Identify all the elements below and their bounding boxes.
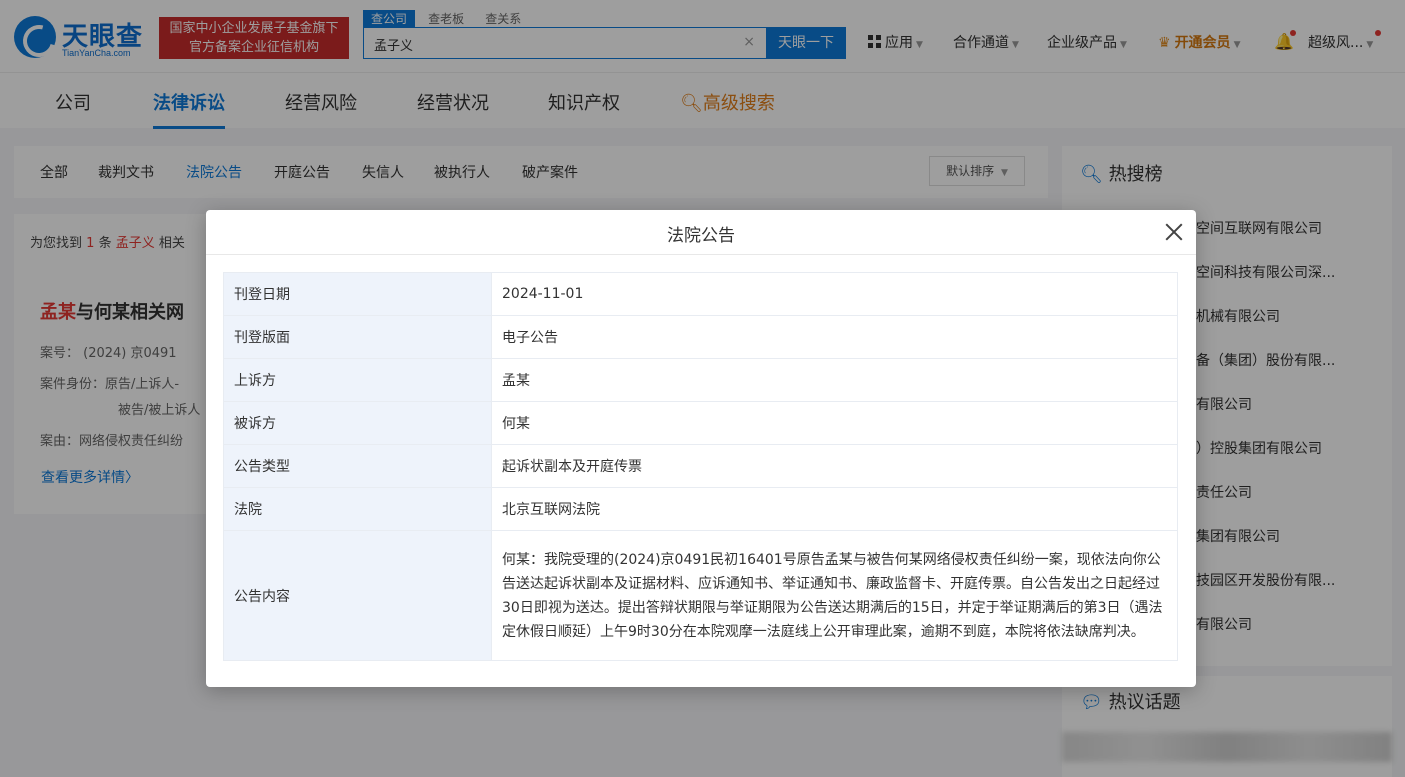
row-key: 法院 bbox=[223, 487, 492, 531]
row-key: 刊登日期 bbox=[223, 272, 492, 316]
row-value: 2024-11-01 bbox=[491, 272, 1178, 316]
modal-divider bbox=[206, 254, 1196, 255]
row-value: 孟某 bbox=[491, 358, 1178, 402]
row-value: 何某 bbox=[491, 401, 1178, 445]
row-value: 何某：我院受理的(2024)京0491民初16401号原告孟某与被告何某网络侵权… bbox=[491, 530, 1178, 661]
table-row: 公告内容 何某：我院受理的(2024)京0491民初16401号原告孟某与被告何… bbox=[223, 530, 1178, 661]
close-icon[interactable] bbox=[1161, 219, 1187, 245]
row-key: 刊登版面 bbox=[223, 315, 492, 359]
modal-title: 法院公告 bbox=[667, 226, 735, 246]
table-row: 公告类型 起诉状副本及开庭传票 bbox=[223, 444, 1178, 488]
notice-detail-table: 刊登日期 2024-11-01 刊登版面 电子公告 上诉方 孟某 被诉方 何某 … bbox=[223, 272, 1178, 661]
row-value: 北京互联网法院 bbox=[491, 487, 1178, 531]
row-key: 公告内容 bbox=[223, 530, 492, 661]
table-row: 法院 北京互联网法院 bbox=[223, 487, 1178, 531]
table-row: 刊登日期 2024-11-01 bbox=[223, 272, 1178, 316]
court-notice-modal: 法院公告 刊登日期 2024-11-01 刊登版面 电子公告 上诉方 孟某 被诉… bbox=[206, 210, 1196, 687]
row-value: 电子公告 bbox=[491, 315, 1178, 359]
row-key: 被诉方 bbox=[223, 401, 492, 445]
table-row: 上诉方 孟某 bbox=[223, 358, 1178, 402]
table-row: 被诉方 何某 bbox=[223, 401, 1178, 445]
row-value: 起诉状副本及开庭传票 bbox=[491, 444, 1178, 488]
row-key: 公告类型 bbox=[223, 444, 492, 488]
row-key: 上诉方 bbox=[223, 358, 492, 402]
table-row: 刊登版面 电子公告 bbox=[223, 315, 1178, 359]
